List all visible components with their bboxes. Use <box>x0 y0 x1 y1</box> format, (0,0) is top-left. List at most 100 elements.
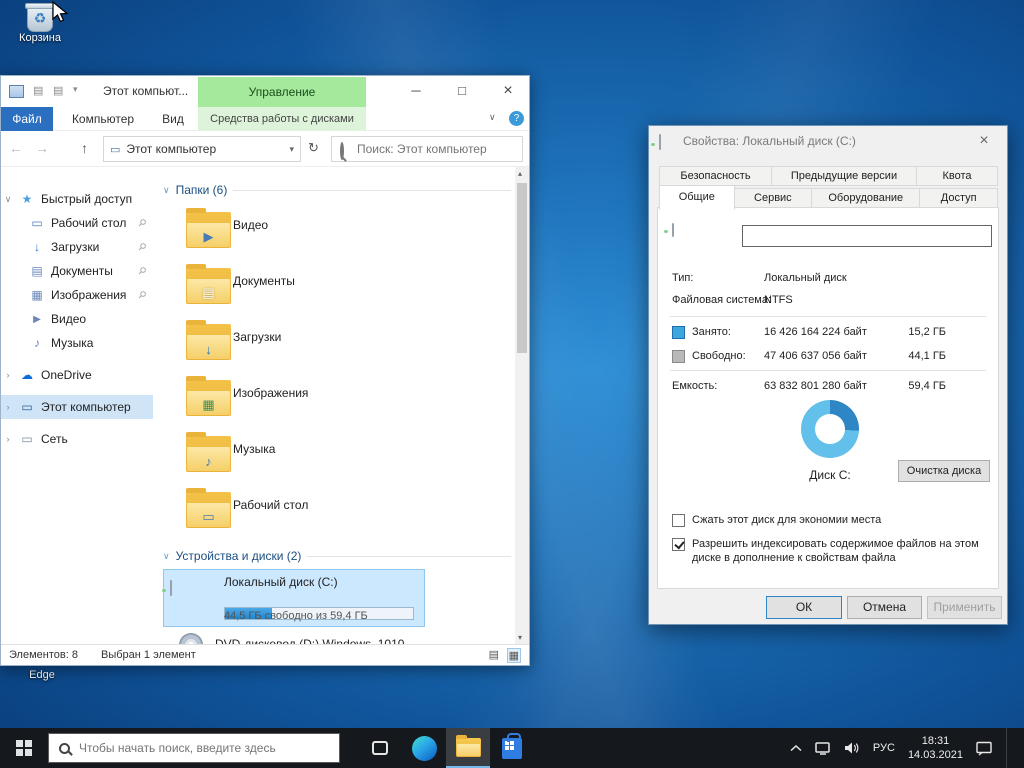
folder-item-documents[interactable]: Документы <box>153 259 515 315</box>
sidebar-item-downloads[interactable]: Загрузки <box>1 235 153 259</box>
devices-group-label: Устройства и диски (2) <box>175 549 302 563</box>
folders-group-header[interactable]: Папки (6) <box>163 181 511 199</box>
dvd-disc-icon <box>179 633 203 644</box>
folder-item-videos[interactable]: Видео <box>153 203 515 259</box>
chevron-down-icon[interactable] <box>163 185 170 196</box>
task-view-button[interactable] <box>358 728 402 768</box>
sidebar-item-label: Этот компьютер <box>41 400 131 414</box>
volume-label-input[interactable] <box>742 225 992 247</box>
tab-computer[interactable]: Компьютер <box>57 107 149 131</box>
qat-customize-chevron-icon[interactable] <box>73 84 78 95</box>
maximize-button[interactable] <box>439 76 485 106</box>
minimize-button[interactable] <box>393 76 439 106</box>
ok-button[interactable]: ОК <box>766 596 842 619</box>
this-pc-icon <box>19 400 35 414</box>
network-status-icon[interactable] <box>815 741 831 755</box>
compress-checkbox-label[interactable]: Сжать этот диск для экономии места <box>692 514 881 526</box>
chevron-down-icon[interactable] <box>163 551 170 562</box>
tab-general[interactable]: Общие <box>659 185 735 210</box>
tab-quota[interactable]: Квота <box>915 166 998 186</box>
sidebar-item-pictures[interactable]: Изображения <box>1 283 153 307</box>
volume-icon[interactable] <box>844 741 860 755</box>
folder-item-pictures[interactable]: Изображения <box>153 371 515 427</box>
type-label: Тип: <box>672 272 694 284</box>
qat-properties-icon[interactable] <box>33 84 43 97</box>
sidebar-item-onedrive[interactable]: OneDrive <box>1 363 153 387</box>
scrollbar-thumb[interactable] <box>517 183 527 353</box>
tray-expand-chevron-icon[interactable] <box>790 744 802 752</box>
tab-file[interactable]: Файл <box>1 107 53 131</box>
drive-c-item[interactable]: Локальный диск (C:) 44,5 ГБ свободно из … <box>163 569 425 627</box>
contextual-tab-group[interactable]: Управление <box>198 77 366 107</box>
tab-tools[interactable]: Сервис <box>733 188 813 208</box>
dvd-drive-item[interactable]: DVD-дисковод (D:) Windows_1010 <box>163 631 515 644</box>
close-button[interactable] <box>485 76 531 106</box>
ribbon-collapse-chevron-icon[interactable] <box>489 112 496 123</box>
nav-forward-icon[interactable] <box>35 140 49 156</box>
qat-new-folder-icon[interactable] <box>53 84 63 97</box>
tab-security[interactable]: Безопасность <box>659 166 772 186</box>
compress-checkbox[interactable] <box>672 514 685 527</box>
action-center-icon[interactable] <box>976 741 993 756</box>
sidebar-item-videos[interactable]: Видео <box>1 307 153 331</box>
nav-up-icon[interactable] <box>81 140 88 156</box>
start-button[interactable] <box>0 728 48 768</box>
folder-item-music[interactable]: Музыка <box>153 427 515 483</box>
language-indicator[interactable]: РУС <box>873 742 895 754</box>
nav-back-icon[interactable] <box>9 140 23 156</box>
show-desktop-button[interactable] <box>1006 728 1010 768</box>
tab-view[interactable]: Вид <box>149 107 197 131</box>
explorer-search-input[interactable] <box>357 139 517 159</box>
index-checkbox-label[interactable]: Разрешить индексировать содержимое файло… <box>692 537 990 565</box>
details-view-icon[interactable] <box>489 648 499 661</box>
refresh-icon[interactable] <box>308 140 319 156</box>
recycle-bin-label: Корзина <box>19 32 61 44</box>
address-dropdown-icon[interactable] <box>289 144 294 155</box>
vertical-scrollbar[interactable] <box>515 167 529 644</box>
sidebar-item-quick-access[interactable]: Быстрый доступ <box>1 187 153 211</box>
folder-item-label: Документы <box>233 274 295 288</box>
dialog-close-button[interactable] <box>961 126 1007 156</box>
chevron-right-icon[interactable] <box>3 434 13 444</box>
disk-cleanup-button[interactable]: Очистка диска <box>898 460 990 482</box>
taskbar: РУС 18:31 14.03.2021 <box>0 728 1024 768</box>
sidebar-item-network[interactable]: Сеть <box>1 427 153 451</box>
explorer-search-box[interactable] <box>331 136 523 162</box>
explorer-system-icon[interactable] <box>9 85 24 98</box>
chevron-right-icon[interactable] <box>3 370 13 380</box>
index-checkbox[interactable] <box>672 538 685 551</box>
sidebar-item-label: Рабочий стол <box>51 216 127 230</box>
explorer-window: Этот компьют... Управление Файл Компьюте… <box>0 75 530 666</box>
sidebar-item-desktop[interactable]: Рабочий стол <box>1 211 153 235</box>
tab-previous-versions[interactable]: Предыдущие версии <box>770 166 917 186</box>
quick-access-icon <box>19 192 35 206</box>
pin-icon <box>138 218 145 229</box>
explorer-taskbar-button[interactable] <box>446 728 490 768</box>
apply-button[interactable]: Применить <box>927 596 1002 619</box>
sidebar-item-music[interactable]: Музыка <box>1 331 153 355</box>
store-taskbar-button[interactable] <box>490 728 534 768</box>
taskbar-search-input[interactable] <box>79 741 339 755</box>
cancel-button[interactable]: Отмена <box>847 596 922 619</box>
scroll-down-icon[interactable] <box>518 633 522 642</box>
large-icons-view-icon[interactable] <box>506 648 521 663</box>
sidebar-item-documents[interactable]: Документы <box>1 259 153 283</box>
folder-item-desktop[interactable]: Рабочий стол <box>153 483 515 539</box>
search-icon <box>340 142 344 160</box>
clock[interactable]: 18:31 14.03.2021 <box>908 734 963 762</box>
folder-item-downloads[interactable]: Загрузки <box>153 315 515 371</box>
taskbar-search-box[interactable] <box>48 733 340 763</box>
help-icon[interactable] <box>509 111 524 126</box>
chevron-right-icon[interactable] <box>3 402 13 412</box>
contextual-tab-group-label: Управление <box>248 85 316 99</box>
devices-group-header[interactable]: Устройства и диски (2) <box>163 547 511 565</box>
edge-taskbar-button[interactable] <box>402 728 446 768</box>
tab-sharing[interactable]: Доступ <box>919 188 999 208</box>
tab-hardware[interactable]: Оборудование <box>811 188 921 208</box>
tab-drive-tools[interactable]: Средства работы с дисками <box>198 107 366 131</box>
sidebar-item-this-pc[interactable]: Этот компьютер <box>1 395 153 419</box>
edge-shortcut-label[interactable]: Edge <box>14 669 70 681</box>
chevron-down-icon[interactable] <box>3 194 13 205</box>
scroll-up-icon[interactable] <box>518 169 522 178</box>
address-bar[interactable]: Этот компьютер <box>103 136 301 162</box>
